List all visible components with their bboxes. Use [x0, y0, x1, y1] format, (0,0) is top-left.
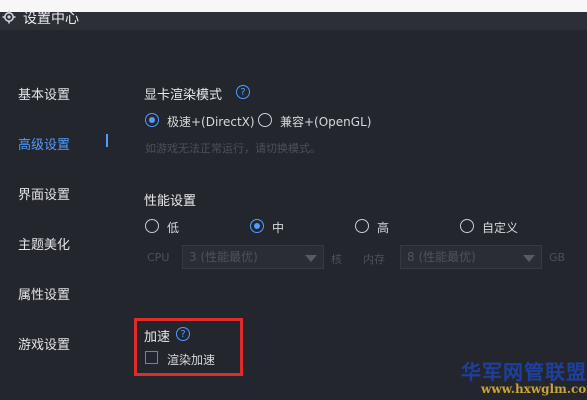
window-title: 设置中心 — [23, 11, 79, 27]
top-strip — [0, 0, 587, 12]
acceleration-title: 加速 — [144, 330, 171, 345]
radio-perf-high[interactable] — [355, 219, 369, 233]
mem-label: 内存 — [363, 253, 385, 266]
sidebar-item-theme[interactable]: 主题美化 — [18, 234, 118, 254]
radio-perf-low-label: 低 — [167, 221, 180, 235]
graphics-hint: 如游戏无法正常运行，请切换模式。 — [145, 142, 321, 155]
sidebar-item-game[interactable]: 游戏设置 — [18, 334, 118, 354]
radio-perf-medium[interactable] — [250, 219, 264, 233]
question-icon[interactable]: ? — [236, 85, 250, 99]
radio-opengl-label: 兼容+(OpenGL) — [280, 115, 372, 129]
graphics-mode-title: 显卡渲染模式 — [144, 88, 223, 103]
radio-directx[interactable] — [145, 113, 159, 127]
cpu-label: CPU — [147, 251, 170, 264]
radio-directx-label: 极速+(DirectX) — [167, 115, 255, 129]
gear-icon — [2, 10, 16, 24]
sidebar-item-interface[interactable]: 界面设置 — [18, 184, 118, 204]
sidebar-item-properties[interactable]: 属性设置 — [18, 284, 118, 304]
watermark-logo: 华军网管联盟 — [461, 360, 587, 384]
active-indicator — [106, 134, 108, 147]
render-accel-checkbox[interactable] — [145, 351, 158, 364]
sidebar-item-advanced[interactable]: 高级设置 — [18, 134, 118, 154]
mem-select-value: 8 (性能最优) — [407, 250, 476, 264]
watermark: 华军网管联盟 www.hxwglm.com — [455, 356, 587, 398]
title-bar — [0, 12, 587, 30]
sidebar-item-basic[interactable]: 基本设置 — [18, 84, 118, 104]
radio-perf-medium-label: 中 — [272, 221, 285, 235]
chevron-down-icon — [523, 255, 535, 262]
watermark-url: www.hxwglm.com — [481, 382, 587, 396]
chevron-down-icon — [305, 255, 317, 262]
radio-opengl[interactable] — [258, 113, 272, 127]
cpu-select-value: 3 (性能最优) — [189, 250, 258, 264]
cpu-select[interactable]: 3 (性能最优) — [182, 245, 324, 269]
performance-title: 性能设置 — [144, 194, 197, 209]
radio-perf-high-label: 高 — [377, 221, 390, 235]
radio-perf-low[interactable] — [145, 219, 159, 233]
mem-unit: GB — [549, 251, 566, 264]
cpu-unit: 核 — [331, 253, 342, 266]
radio-perf-custom[interactable] — [460, 219, 474, 233]
render-accel-label: 渲染加速 — [167, 353, 216, 367]
sidebar: 基本设置 高级设置 界面设置 主题美化 属性设置 游戏设置 — [0, 30, 130, 400]
radio-perf-custom-label: 自定义 — [482, 221, 519, 235]
mem-select[interactable]: 8 (性能最优) — [400, 245, 542, 269]
question-icon[interactable]: ? — [176, 327, 190, 341]
